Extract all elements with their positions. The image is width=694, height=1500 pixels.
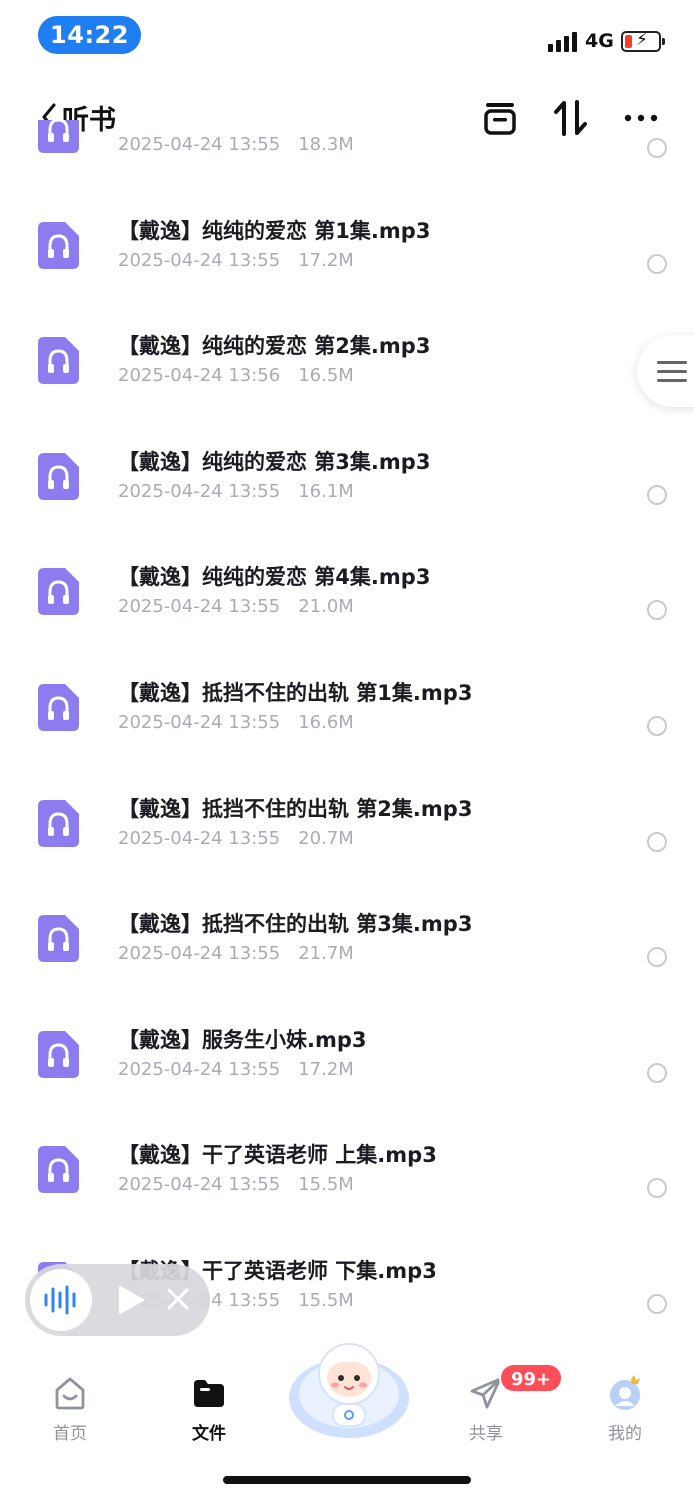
file-row[interactable]: 2025-04-24 13:55 18.3M [0,120,694,168]
file-row[interactable]: 【戴逸】抵挡不住的出轨 第3集.mp3 2025-04-24 13:55 21.7M [0,861,694,977]
headphones-icon [38,452,79,500]
select-radio[interactable] [647,947,667,968]
folder-icon [194,1380,224,1407]
file-name: 【戴逸】纯纯的爱恋 第4集.mp3 [118,565,431,590]
headphones-icon [38,915,79,963]
file-meta: 2025-04-24 13:55 17.2M [118,1059,354,1080]
audio-wave-icon [44,1285,76,1315]
home-indicator [223,1476,471,1484]
file-name: 【戴逸】纯纯的爱恋 第1集.mp3 [118,218,431,243]
headphones-icon [38,799,79,847]
file-row[interactable]: 【戴逸】纯纯的爱恋 第3集.mp3 2025-04-24 13:55 16.1M [0,399,694,515]
select-radio[interactable] [647,1178,667,1199]
file-row[interactable]: 【戴逸】抵挡不住的出轨 第2集.mp3 2025-04-24 13:55 20.7M [0,746,694,862]
select-radio[interactable] [647,253,667,274]
file-date: 2025-04-24 13:55 [118,943,281,965]
file-date: 2025-04-24 13:56 [118,365,281,387]
file-size: 15.5M [298,1174,354,1196]
select-radio[interactable] [647,1062,667,1083]
headphones-icon [38,337,79,385]
file-size: 16.1M [298,480,354,502]
file-date: 2025-04-24 13:55 [118,249,281,271]
mascot-assistant-icon[interactable] [286,1332,412,1444]
file-meta: 2025-04-24 13:55 15.5M [118,1174,354,1195]
battery-icon: ⚡ [621,30,665,52]
audio-wave-button[interactable] [30,1269,92,1331]
file-name: 【戴逸】抵挡不住的出轨 第1集.mp3 [118,681,473,705]
headphones-icon [38,1030,79,1078]
file-date: 2025-04-24 13:55 [118,712,281,733]
file-row[interactable]: 【戴逸】干了英语老师 上集.mp3 2025-04-24 13:55 15.5M [0,1092,694,1208]
file-meta: 2025-04-24 13:55 16.1M [118,481,354,502]
headphones-icon [38,120,79,153]
file-size: 15.5M [298,1290,354,1311]
nav-mine[interactable]: 我的 [575,1369,675,1449]
share-badge: 99+ [499,1363,564,1393]
headphones-icon [38,684,79,731]
select-radio[interactable] [647,484,667,505]
network-label: 4G [585,30,614,52]
file-name: 【戴逸】抵挡不住的出轨 第2集.mp3 [118,796,473,821]
file-size: 21.7M [298,943,354,965]
status-time: 14:22 [38,16,141,54]
close-icon[interactable] [165,1286,191,1312]
file-date: 2025-04-24 13:55 [118,827,281,849]
signal-icon [548,32,578,52]
file-name: 【戴逸】抵挡不住的出轨 第3集.mp3 [118,912,473,937]
nav-home[interactable]: 首页 [20,1369,120,1449]
avatar-icon [610,1375,640,1410]
file-date: 2025-04-24 13:55 [118,596,281,618]
home-icon [55,1377,85,1410]
file-name: 【戴逸】纯纯的爱恋 第2集.mp3 [118,334,431,359]
file-date: 2025-04-24 13:55 [118,1058,281,1080]
headphones-icon [38,1146,79,1194]
select-radio[interactable] [647,600,667,621]
file-size: 21.0M [298,596,354,618]
file-meta: 2025-04-24 13:56 16.5M [118,365,354,386]
file-list: 2025-04-24 13:55 18.3M 【戴逸】纯纯的爱恋 第1集.mp3 20… [0,120,694,1355]
file-name: 【戴逸】干了英语老师 上集.mp3 [118,1143,437,1168]
file-meta: 2025-04-24 13:55 21.7M [118,943,354,964]
file-date: 2025-04-24 13:55 [118,480,281,502]
file-size: 20.7M [298,827,354,849]
nav-home-label: 首页 [53,1424,87,1444]
file-row[interactable]: 【戴逸】纯纯的爱恋 第4集.mp3 2025-04-24 13:55 21.0M [0,514,694,630]
mini-player [25,1264,210,1336]
file-row[interactable]: 【戴逸】纯纯的爱恋 第1集.mp3 2025-04-24 13:55 17.2M [0,168,694,284]
file-meta: 2025-04-24 13:55 17.2M [118,250,354,271]
nav-files[interactable]: 文件 [159,1369,259,1449]
nav-share-label: 共享 [469,1424,503,1444]
file-size: 17.2M [298,1058,354,1080]
file-row[interactable]: 【戴逸】纯纯的爱恋 第2集.mp3 2025-04-24 13:56 16.5M [0,283,694,399]
file-meta: 2025-04-24 13:55 18.3M [118,134,354,155]
file-row[interactable]: 【戴逸】服务生小妹.mp3 2025-04-24 13:55 17.2M [0,977,694,1093]
file-size: 17.2M [298,249,354,271]
headphones-icon [38,568,79,616]
file-date: 2025-04-24 13:55 [118,134,281,155]
file-meta: 2025-04-24 13:55 21.0M [118,596,354,617]
select-radio[interactable] [647,716,667,736]
file-date: 2025-04-24 13:55 [118,1174,281,1196]
select-radio[interactable] [647,138,667,158]
file-size: 18.3M [298,134,354,155]
nav-mine-label: 我的 [608,1424,642,1444]
nav-files-label: 文件 [192,1424,226,1444]
select-radio[interactable] [647,1294,667,1314]
play-icon[interactable] [117,1285,145,1315]
file-size: 16.6M [298,712,354,733]
file-size: 16.5M [298,365,354,387]
select-radio[interactable] [647,831,667,852]
file-name: 【戴逸】纯纯的爱恋 第3集.mp3 [118,449,431,474]
file-meta: 2025-04-24 13:55 20.7M [118,828,354,849]
file-row[interactable]: 【戴逸】抵挡不住的出轨 第1集.mp3 2025-04-24 13:55 16.6M [0,630,694,746]
headphones-icon [38,221,79,269]
file-meta: 2025-04-24 13:55 16.6M [118,712,354,733]
status-bar: 14:22 4G ⚡ [0,0,694,76]
file-name: 【戴逸】服务生小妹.mp3 [118,1027,367,1052]
